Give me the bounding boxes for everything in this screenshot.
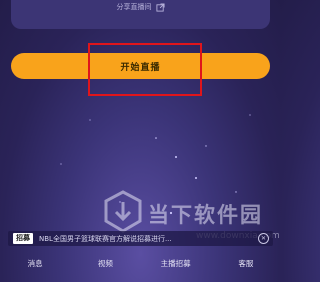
start-live-label: 开始直播 bbox=[120, 62, 161, 73]
nav-item-label: 主播招募 bbox=[160, 259, 191, 268]
nav-item-streamer-recruit[interactable]: 主播招募 bbox=[141, 254, 211, 282]
download-site-logo-icon bbox=[104, 190, 142, 233]
share-room-link[interactable]: 分享直播间 bbox=[11, 2, 270, 12]
share-room-label: 分享直播间 bbox=[116, 3, 152, 11]
nav-item-videos[interactable]: 视频 bbox=[70, 254, 140, 282]
external-link-icon bbox=[155, 2, 165, 12]
top-panel: 分享直播间 bbox=[11, 0, 270, 29]
starfield-background bbox=[60, 114, 251, 215]
nav-item-label: 客服 bbox=[238, 259, 254, 268]
notice-text: NBL全国男子篮球联赛官方解说招募进行... bbox=[39, 234, 172, 243]
nav-item-messages[interactable]: 消息 bbox=[0, 254, 70, 282]
notice-tag: 招募 bbox=[13, 233, 33, 244]
nav-item-label: 视频 bbox=[97, 259, 113, 268]
watermark-title: 当下软件园 bbox=[148, 203, 263, 227]
recruit-notice-bar[interactable]: 招募 NBL全国男子篮球联赛官方解说招募进行... ✕ bbox=[8, 231, 273, 246]
nav-item-support[interactable]: 客服 bbox=[211, 254, 281, 282]
start-live-button[interactable]: 开始直播 bbox=[11, 53, 270, 79]
bottom-nav: 消息 视频 主播招募 客服 bbox=[0, 254, 281, 282]
nav-item-label: 消息 bbox=[27, 259, 43, 268]
close-icon[interactable]: ✕ bbox=[258, 233, 269, 244]
watermark: 当下软件园 www.downxia.com bbox=[100, 185, 281, 260]
